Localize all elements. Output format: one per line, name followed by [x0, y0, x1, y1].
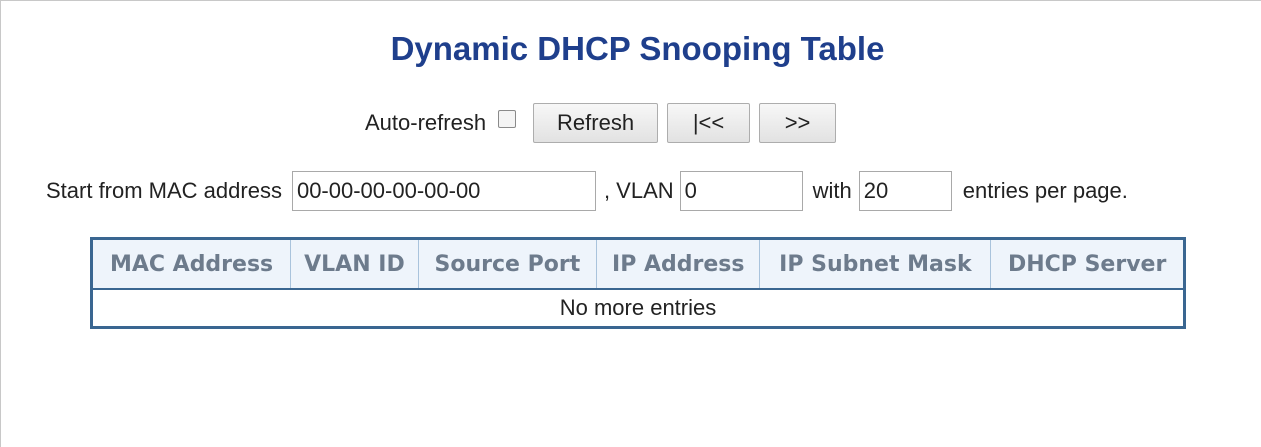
- next-page-button[interactable]: >>: [759, 103, 837, 143]
- vlan-input[interactable]: 0: [679, 171, 803, 211]
- auto-refresh-label: Auto-refresh: [365, 110, 487, 135]
- refresh-controls: Auto-refresh Refresh |<< >>: [365, 103, 845, 143]
- page-title: Dynamic DHCP Snooping Table: [390, 30, 885, 67]
- entries-per-page-input[interactable]: 20: [858, 171, 952, 211]
- entries-per-page-label: entries per page.: [962, 178, 1128, 203]
- column-header-source-port: Source Port: [417, 238, 598, 290]
- mac-address-input[interactable]: 00-00-00-00-00-00: [291, 171, 596, 211]
- column-header-dhcp-server: DHCP Server: [990, 238, 1185, 290]
- empty-table-message: No more entries: [559, 295, 717, 320]
- column-header-vlan-id: VLAN ID: [290, 238, 419, 290]
- column-header-ip-subnet-mask: IP Subnet Mask: [759, 238, 992, 290]
- table-row: No more entries: [92, 289, 1185, 328]
- vlan-label: , VLAN: [603, 178, 674, 203]
- column-header-ip-address: IP Address: [596, 238, 761, 290]
- table-header-row: MAC Address VLAN ID Source Port IP Addre…: [90, 238, 1185, 290]
- auto-refresh-checkbox[interactable]: [498, 110, 517, 128]
- dhcp-snooping-table: MAC Address VLAN ID Source Port IP Addre…: [90, 237, 1186, 329]
- refresh-button[interactable]: Refresh: [533, 103, 659, 143]
- first-page-button[interactable]: |<<: [667, 103, 751, 143]
- filter-row: Start from MAC address 00-00-00-00-00-00…: [46, 170, 1128, 212]
- column-header-mac-address: MAC Address: [90, 238, 292, 290]
- start-mac-label: Start from MAC address: [46, 178, 282, 203]
- with-label: with: [812, 178, 852, 203]
